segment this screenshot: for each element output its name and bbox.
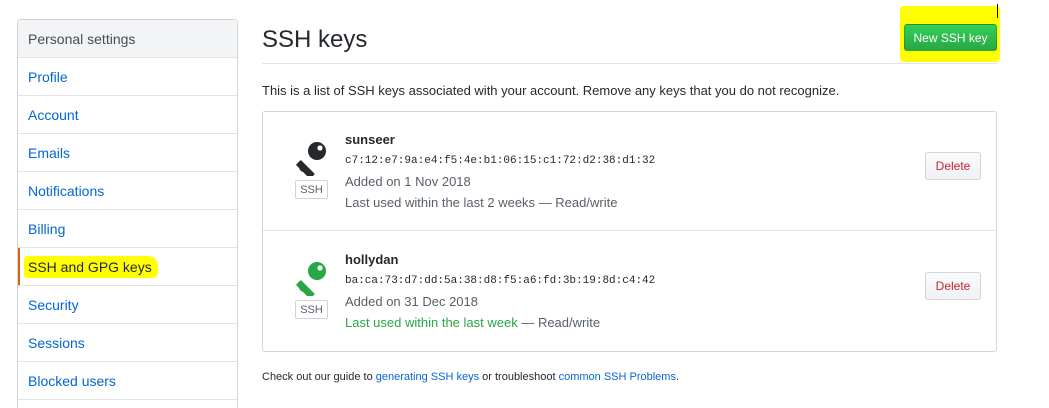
key-last-used: Last used within the last week — Read/wr… bbox=[345, 315, 600, 330]
sidebar-item-label: Emails bbox=[28, 144, 71, 161]
intro-text: This is a list of SSH keys associated wi… bbox=[262, 83, 840, 98]
key-added-date: Added on 31 Dec 2018 bbox=[345, 294, 478, 309]
sidebar-item-security[interactable]: Security bbox=[18, 286, 237, 324]
ssh-key-row: SSH hollydan ba:ca:73:d7:dd:5a:38:d8:f5:… bbox=[263, 232, 996, 351]
sidebar-item-notifications[interactable]: Notifications bbox=[18, 172, 237, 210]
settings-sidebar: Personal settings Profile Account Emails… bbox=[17, 19, 238, 408]
ssh-badge: SSH bbox=[295, 300, 328, 319]
sidebar-item-label: Billing bbox=[28, 220, 66, 237]
key-fingerprint: c7:12:e7:9a:e4:f5:4e:b1:06:15:c1:72:d2:3… bbox=[345, 155, 656, 167]
sidebar-item-emails[interactable]: Emails bbox=[18, 134, 237, 172]
footer-text: or troubleshoot bbox=[479, 371, 559, 383]
sidebar-item-billing[interactable]: Billing bbox=[18, 210, 237, 248]
key-icon bbox=[295, 260, 331, 299]
ssh-badge: SSH bbox=[295, 180, 328, 199]
page-title: SSH keys bbox=[262, 26, 368, 53]
ssh-key-row: SSH sunseer c7:12:e7:9a:e4:f5:4e:b1:06:1… bbox=[263, 112, 996, 231]
sidebar-item-label: SSH and GPG keys bbox=[24, 255, 158, 278]
delete-key-button[interactable]: Delete bbox=[925, 272, 981, 300]
key-icon bbox=[295, 140, 331, 179]
sidebar-item-label: Blocked users bbox=[28, 372, 116, 389]
sidebar-item-blocked-users[interactable]: Blocked users bbox=[18, 362, 237, 400]
sidebar-item-label: Sessions bbox=[28, 334, 85, 351]
generating-ssh-keys-link[interactable]: generating SSH keys bbox=[376, 371, 479, 383]
sidebar-item-label: Account bbox=[28, 106, 79, 123]
key-last-used: Last used within the last 2 weeks — Read… bbox=[345, 195, 617, 210]
delete-key-button[interactable]: Delete bbox=[925, 152, 981, 180]
common-ssh-problems-link[interactable]: common SSH Problems bbox=[559, 371, 676, 383]
sidebar-item-profile[interactable]: Profile bbox=[18, 58, 237, 96]
text-cursor-mark bbox=[997, 4, 998, 18]
footer-text: Check out our guide to bbox=[262, 371, 376, 383]
new-ssh-key-button[interactable]: New SSH key bbox=[904, 24, 997, 51]
key-title: sunseer bbox=[345, 132, 395, 147]
footer-text: . bbox=[675, 371, 680, 383]
key-added-date: Added on 1 Nov 2018 bbox=[345, 174, 471, 189]
sidebar-item-sessions[interactable]: Sessions bbox=[18, 324, 237, 362]
ssh-keys-list: SSH sunseer c7:12:e7:9a:e4:f5:4e:b1:06:1… bbox=[262, 111, 997, 352]
sidebar-item-account[interactable]: Account bbox=[18, 96, 237, 134]
sidebar-item-label: Profile bbox=[28, 68, 68, 85]
key-title: hollydan bbox=[345, 252, 399, 267]
key-fingerprint: ba:ca:73:d7:dd:5a:38:d8:f5:a6:fd:3b:19:8… bbox=[345, 275, 656, 287]
sidebar-item-ssh-gpg-keys[interactable]: SSH and GPG keys bbox=[18, 248, 237, 286]
access-level: — Read/write bbox=[517, 315, 601, 330]
access-level: — Read/write bbox=[535, 195, 618, 210]
help-footer: Check out our guide to generating SSH ke… bbox=[262, 371, 679, 383]
sidebar-item-label: Notifications bbox=[28, 182, 105, 199]
last-used-text: Last used within the last 2 weeks bbox=[345, 195, 536, 210]
last-used-text: Last used within the last week bbox=[345, 315, 518, 330]
title-divider bbox=[262, 63, 997, 64]
sidebar-item-label: Security bbox=[28, 296, 79, 313]
sidebar-header: Personal settings bbox=[18, 20, 237, 58]
